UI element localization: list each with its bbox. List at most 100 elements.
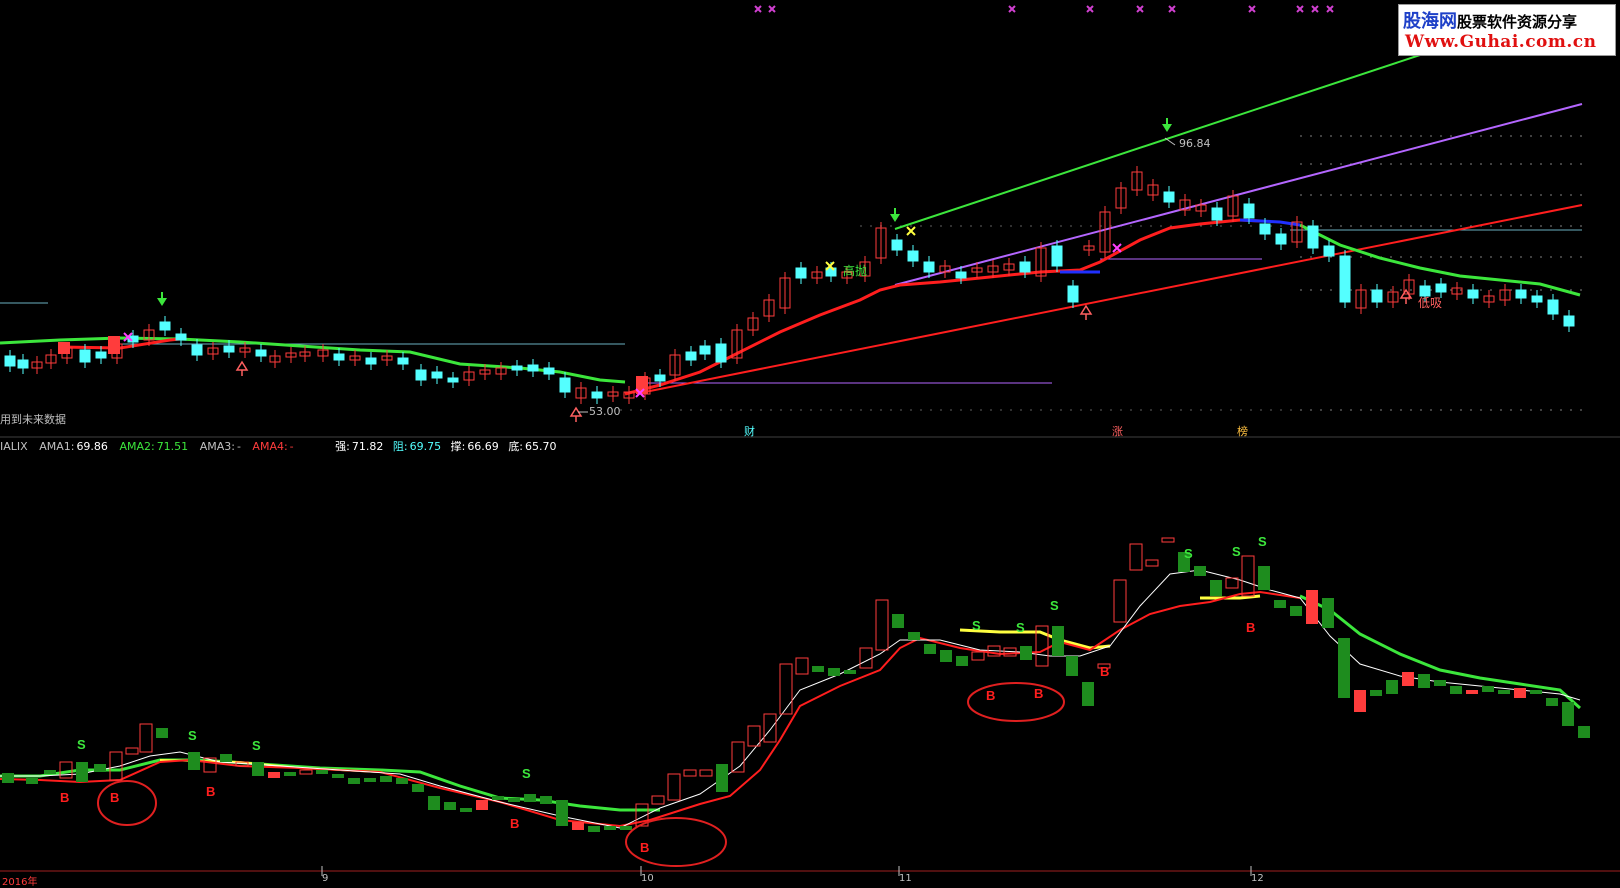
main-candle-body bbox=[95, 351, 107, 359]
sell-signal-s: S bbox=[1050, 598, 1059, 613]
main-candle-highlight bbox=[108, 336, 120, 354]
channel-upper-line bbox=[894, 54, 1421, 230]
top-x-marker-icon bbox=[754, 5, 762, 13]
sub-candle-down bbox=[1290, 606, 1302, 616]
sub-candle-down bbox=[1482, 686, 1494, 692]
main-candle-body bbox=[923, 261, 935, 273]
main-candle-body bbox=[159, 321, 171, 331]
top-x-marker-icon bbox=[1296, 5, 1304, 13]
sub-candle-solid bbox=[1514, 688, 1526, 698]
main-candle-body bbox=[4, 355, 16, 367]
ama2-label: AMA2: bbox=[119, 440, 155, 453]
highlight-circle bbox=[97, 780, 157, 826]
ama4-value: - bbox=[289, 440, 294, 453]
high-sell-label: 高抛 bbox=[843, 264, 868, 278]
sub-candle-down bbox=[908, 632, 920, 640]
sub-candle-down bbox=[556, 800, 568, 826]
sub-candle-down bbox=[812, 666, 824, 672]
top-x-marker-icon bbox=[1008, 5, 1016, 13]
top-x-marker-icon bbox=[1136, 5, 1144, 13]
buy-signal-b: B bbox=[510, 816, 519, 831]
sub-candle-down bbox=[1386, 680, 1398, 694]
event-label-cai: 财 bbox=[744, 425, 755, 438]
sub-candle-up bbox=[763, 713, 777, 743]
main-candle-body bbox=[1435, 283, 1447, 293]
main-ama-green bbox=[0, 336, 626, 384]
main-ama-red bbox=[624, 218, 1261, 396]
main-candle-body bbox=[1067, 285, 1079, 303]
time-label-dec: 12 bbox=[1251, 873, 1264, 884]
watermark-url: Www.Guhai.com.cn bbox=[1405, 32, 1597, 52]
main-candle-body bbox=[1259, 223, 1271, 235]
main-candle-body bbox=[1563, 315, 1575, 327]
watermark-brand: 股海网 bbox=[1403, 11, 1457, 32]
ama2-value: 71.51 bbox=[156, 440, 189, 453]
sub-candle-down bbox=[1194, 566, 1206, 576]
ama3-value: - bbox=[236, 440, 241, 453]
sell-signal-s: S bbox=[77, 737, 86, 752]
main-candle-body bbox=[415, 369, 427, 381]
sub-candle-down bbox=[1450, 686, 1462, 694]
sub-candle-up bbox=[875, 599, 889, 651]
sub-candle-down bbox=[364, 778, 376, 782]
sell-signal-s: S bbox=[252, 738, 261, 753]
main-candle-body bbox=[1275, 233, 1287, 245]
ama1-label: AMA1: bbox=[39, 440, 75, 453]
sub-candle-up bbox=[1145, 559, 1159, 567]
main-candle-body bbox=[511, 365, 523, 371]
sub-candle-down bbox=[828, 668, 840, 676]
main-candle-body bbox=[1467, 289, 1479, 299]
sub-candle-down bbox=[1370, 690, 1382, 696]
time-label-nov: 11 bbox=[899, 873, 912, 884]
main-candle-body bbox=[1051, 245, 1063, 267]
sub-candle-down bbox=[1546, 698, 1558, 706]
main-candle-body bbox=[955, 271, 967, 279]
main-candle-body bbox=[1371, 289, 1383, 303]
main-candle-body bbox=[1547, 299, 1559, 315]
main-candle-body bbox=[333, 353, 345, 361]
sub-candle-up bbox=[779, 663, 793, 715]
sub-candle-down bbox=[188, 752, 200, 770]
sub-candle-down bbox=[1052, 626, 1064, 656]
ama3-label: AMA3: bbox=[199, 440, 235, 453]
sub-candle-down bbox=[332, 774, 344, 778]
main-candle-body bbox=[1515, 289, 1527, 299]
sub-candle-down bbox=[1418, 674, 1430, 688]
sub-candle-down bbox=[1274, 600, 1286, 608]
ama1-value: 69.86 bbox=[76, 440, 108, 453]
main-candle-body bbox=[891, 239, 903, 251]
sub-candle-down bbox=[1338, 638, 1350, 698]
main-candle-body bbox=[527, 364, 539, 372]
sub-candle-down bbox=[220, 754, 232, 762]
sell-signal-s: S bbox=[188, 728, 197, 743]
indicator-header: IALIX AMA1: 69.86 AMA2: 71.51 AMA3: - AMA4:… bbox=[0, 438, 559, 454]
price-low-label: 53.00 bbox=[589, 405, 621, 418]
sub-candle-up bbox=[795, 657, 809, 675]
sub-candle-down bbox=[1082, 682, 1094, 706]
zu-value: 69.75 bbox=[409, 440, 442, 453]
sell-signal-s: S bbox=[522, 766, 531, 781]
sub-candle-down bbox=[1498, 690, 1510, 694]
sub-candle-down bbox=[396, 778, 408, 784]
sell-signal-s: S bbox=[1016, 620, 1025, 635]
main-candle-body bbox=[191, 344, 203, 356]
highlight-circle bbox=[967, 682, 1065, 722]
sub-candle-up bbox=[683, 769, 697, 777]
sub-candle-down bbox=[844, 670, 856, 674]
x-marker-icon bbox=[906, 226, 916, 236]
zu-label: 阻: bbox=[392, 440, 408, 453]
indicator-name: IALIX bbox=[0, 440, 28, 453]
buy-signal-b: B bbox=[640, 840, 649, 855]
sub-candle-down bbox=[924, 644, 936, 654]
main-candle-body bbox=[397, 357, 409, 365]
sub-candle-up bbox=[139, 723, 153, 753]
low-buy-label: 低吸 bbox=[1418, 296, 1443, 310]
sub-candle-down bbox=[2, 773, 14, 783]
watermark-logo: 股海网股票软件资源分享 Www.Guhai.com.cn bbox=[1398, 4, 1616, 56]
sub-candle-down bbox=[1578, 726, 1590, 738]
buy-signal-b: B bbox=[986, 688, 995, 703]
sub-candle-down bbox=[1066, 656, 1078, 676]
event-label-zhang: 涨 bbox=[1112, 425, 1123, 438]
sub-candle-up bbox=[971, 651, 985, 661]
top-x-marker-icon bbox=[1311, 5, 1319, 13]
